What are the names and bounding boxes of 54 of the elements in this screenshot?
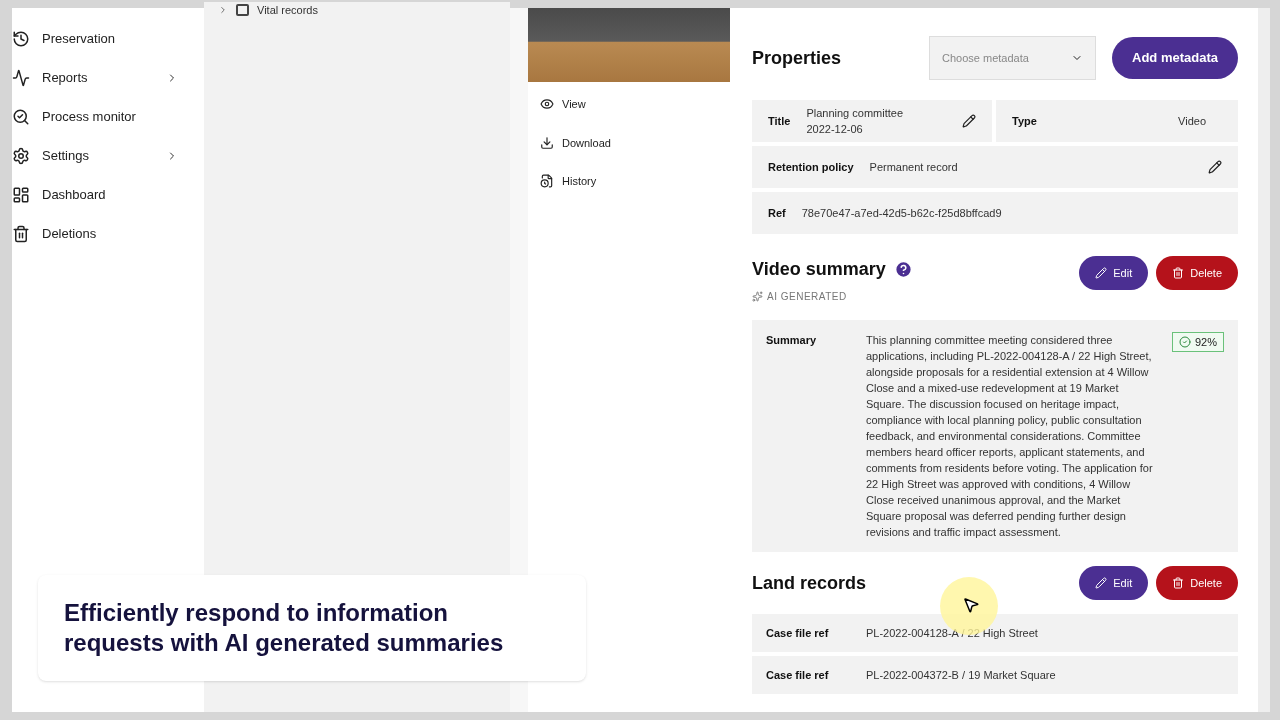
edit-button[interactable]: Edit: [1079, 566, 1149, 600]
file-action-link[interactable]: View: [562, 96, 586, 113]
property-label: Retention policy: [768, 159, 854, 175]
file-action-link[interactable]: History: [562, 173, 597, 190]
help-icon[interactable]: [893, 260, 913, 279]
check-circle-icon: [1178, 336, 1191, 348]
pencil-icon: [1095, 577, 1108, 589]
property-value: Planning committee 2022-12-06: [806, 105, 905, 137]
property-label: Ref: [768, 205, 786, 221]
property-value: Video: [1177, 113, 1207, 129]
record-value: PL-2022-004372-B / 19 Market Square: [866, 667, 1056, 683]
section-heading: Properties: [752, 46, 842, 70]
delete-button[interactable]: Delete: [1156, 566, 1238, 600]
property-label: Type: [1012, 113, 1037, 129]
pencil-icon: [1095, 267, 1108, 279]
pencil-icon[interactable]: [1208, 160, 1222, 174]
history-icon: [540, 174, 554, 189]
summary-label: Summary: [766, 333, 818, 348]
property-value: Permanent record: [869, 159, 959, 175]
ai-generated-label: AI GENERATED: [767, 290, 847, 304]
eye-icon: [540, 97, 554, 112]
tree-checkbox[interactable]: [236, 4, 249, 16]
record-value: PL-2022-004128-A / 22 High Street: [866, 625, 1038, 641]
sidebar-item[interactable]: Deletions: [42, 224, 97, 244]
cursor-icon: [962, 596, 980, 614]
trash-icon: [12, 225, 30, 243]
sidebar-item[interactable]: Settings: [42, 146, 89, 166]
edit-button[interactable]: Edit: [1079, 256, 1149, 290]
select-placeholder: Choose metadata: [942, 50, 1030, 66]
pencil-icon[interactable]: [962, 114, 976, 128]
tree-item[interactable]: Vital records: [257, 1, 318, 19]
summary-text: This planning committee meeting considered three applications, including PL-2022-004128-A / 22 High Street, alongside proposals for a residential extension at 4 Willow Close and a mixed-use redevelopment at 19 Market Square. The discussion focused on heritage impact, compliance with local planning policy, public consultation feedback, and environmental considerations. Committee members heard officer reports, applicant statements, and comments from residents before voting. The application for 22 High Street was approved with conditions, 4 Willow Close received unanimous approval, and the Market Square proposal was deferred pending further design revisions and traffic impact assessment.: [866, 333, 1154, 540]
add-metadata-button[interactable]: Add metadata: [1112, 37, 1238, 79]
sidebar-item[interactable]: Dashboard: [42, 185, 106, 205]
trash-icon: [1172, 577, 1185, 589]
trash-icon: [1172, 267, 1185, 279]
confidence-badge: 92%: [1171, 332, 1224, 352]
settings-icon: [12, 147, 30, 165]
chevron-right-icon[interactable]: [218, 5, 228, 15]
dashboard-icon: [12, 186, 30, 204]
record-label: Case file ref: [766, 667, 830, 683]
caption-text: Efficiently respond to information requests with AI generated summaries: [64, 598, 505, 658]
property-value: 78e70e47-a7ed-42d5-b62c-f25d8bffcad9: [801, 205, 1003, 221]
section-heading: Video summary: [752, 258, 886, 281]
download-icon: [540, 135, 554, 150]
record-label: Case file ref: [766, 625, 830, 641]
sidebar-item[interactable]: Process monitor: [42, 107, 136, 127]
delete-button[interactable]: Delete: [1156, 256, 1238, 290]
sidebar-item[interactable]: Preservation: [42, 29, 115, 49]
property-label: Title: [768, 113, 791, 129]
sidebar-item[interactable]: Reports: [42, 68, 88, 88]
section-heading: Land records: [752, 571, 867, 595]
file-action-link[interactable]: Download: [562, 134, 611, 151]
sparkle-icon: [752, 291, 763, 302]
